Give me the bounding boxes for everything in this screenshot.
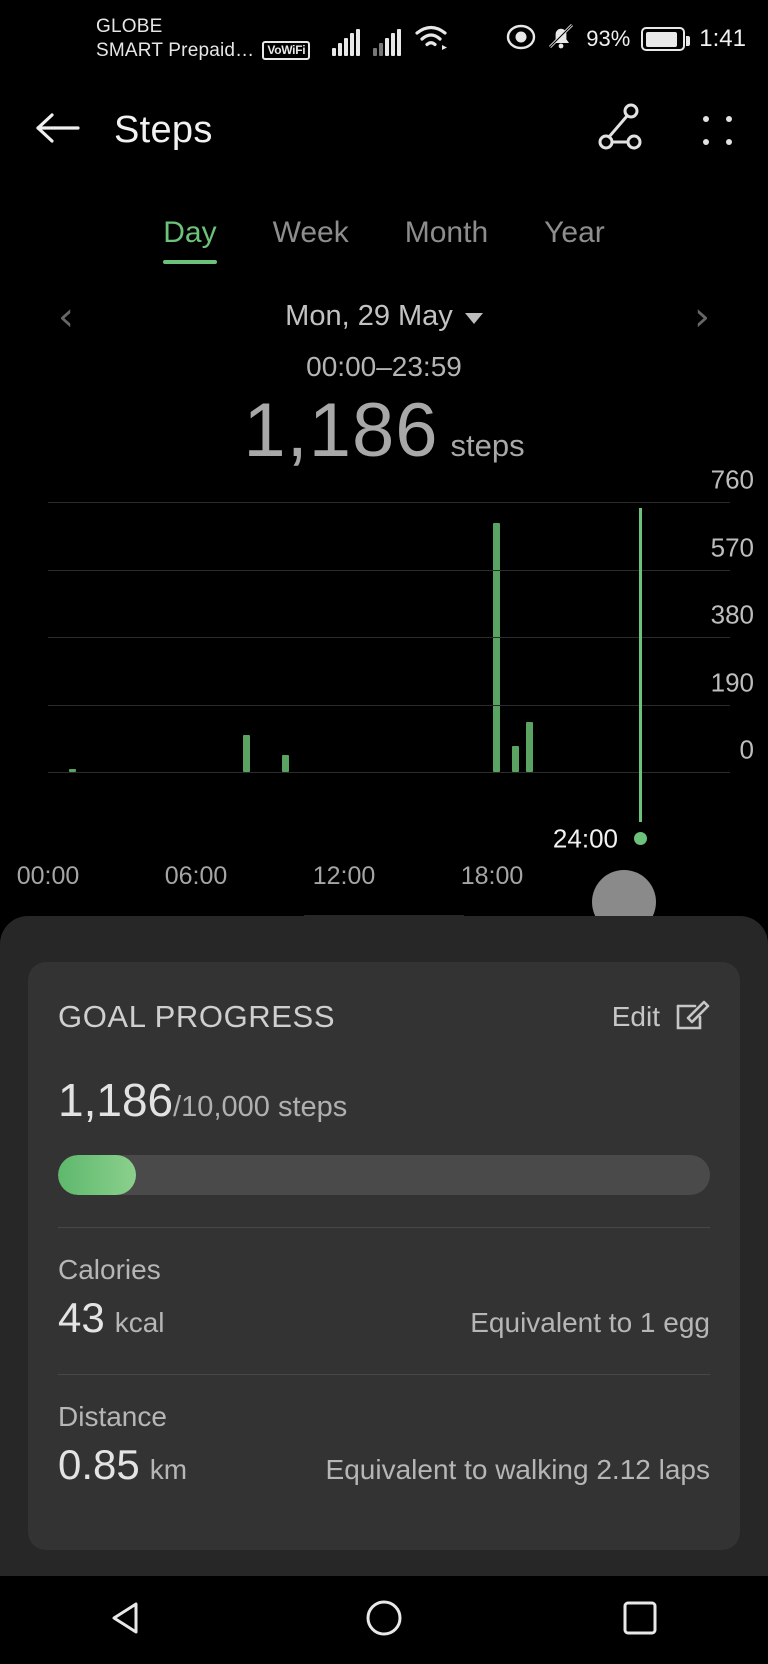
chart-bar (512, 746, 520, 772)
chart-x-tick-label: 00:00 (16, 862, 80, 890)
chart-x-tick-label: 12:00 (312, 862, 376, 890)
system-nav-bar (0, 1576, 768, 1664)
chart-cursor-label: 24:00 (552, 823, 618, 854)
chart-y-tick-label: 190 (710, 667, 754, 697)
carrier-secondary: SMART Prepaid… (96, 40, 255, 61)
chart-y-tick-label: 380 (710, 599, 754, 630)
divider (58, 1374, 710, 1375)
metric-unit: km (149, 1454, 188, 1485)
steps-total-unit: steps (450, 428, 525, 463)
signal-icon (373, 28, 402, 56)
status-bar-signals (332, 23, 448, 56)
goal-progress-fill (58, 1155, 136, 1195)
selected-date: Mon, 29 May (285, 300, 453, 332)
metric-equivalent: Equivalent to 1 egg (470, 1307, 710, 1338)
edit-pencil-icon (674, 996, 710, 1037)
chart-bar (526, 722, 534, 772)
chart-y-tick-label: 570 (710, 532, 754, 562)
steps-chart[interactable]: 24:00 760 570 380 190 0 00:00 06:00 12:00 18:00 (0, 465, 768, 934)
carrier-primary: GLOBE (96, 16, 163, 38)
goal-progress-card: GOAL PROGRESS Edit 1,186 /10,000 steps C… (28, 962, 740, 1550)
goal-card-header: GOAL PROGRESS Edit (58, 996, 710, 1037)
steps-summary: 1,186 steps (0, 387, 768, 474)
chart-x-tick-label: 06:00 (164, 862, 228, 890)
battery-icon (641, 27, 691, 51)
status-bar-right: 93% 1:41 (506, 22, 746, 57)
edit-label: Edit (611, 1000, 660, 1032)
status-bar: GLOBE SMART Prepaid… VoWiFi 93% 1:41 (0, 0, 768, 78)
back-arrow-icon[interactable] (34, 110, 82, 151)
chart-bar (493, 523, 501, 772)
goal-current-value: 1,186 (58, 1074, 174, 1126)
next-day-button[interactable]: › (682, 297, 722, 337)
chart-gridline (48, 637, 730, 638)
chart-x-tick-label: 18:00 (460, 862, 524, 890)
carrier-labels: GLOBE SMART Prepaid… VoWiFi (96, 15, 311, 63)
goal-card-title: GOAL PROGRESS (58, 998, 336, 1034)
eye-icon (506, 24, 536, 55)
metric-label: Calories (58, 1254, 161, 1285)
edit-goal-button[interactable]: Edit (612, 996, 710, 1037)
metric-equivalent: Equivalent to walking 2.12 laps (325, 1454, 710, 1485)
tab-week[interactable]: Week (245, 206, 377, 262)
date-navigator: ‹ Mon, 29 May › (0, 297, 768, 337)
status-clock: 1:41 (699, 25, 746, 52)
app-bar-actions (594, 102, 734, 159)
vowifi-badge: VoWiFi (262, 41, 311, 61)
chart-cursor-dot (633, 832, 647, 845)
period-tabs: Day Week Month Year (0, 182, 768, 264)
tab-day[interactable]: Day (135, 206, 244, 264)
details-sheet: GOAL PROGRESS Edit 1,186 /10,000 steps C… (0, 915, 768, 1576)
bell-muted-icon (547, 22, 575, 57)
metric-calories: Calories 43 kcal Equivalent to 1 egg (58, 1254, 710, 1342)
sheet-notch (304, 915, 464, 951)
chart-gridline (48, 704, 730, 706)
chart-gridline (48, 772, 730, 773)
goal-target-value: /10,000 steps (173, 1091, 348, 1123)
chart-y-tick-label: 760 (710, 464, 754, 495)
chart-gridline (48, 502, 730, 503)
nav-recents-square-icon[interactable] (618, 1596, 662, 1645)
tab-month[interactable]: Month (377, 206, 516, 262)
tab-year[interactable]: Year (516, 206, 633, 262)
chart-cursor-line (638, 508, 642, 822)
date-picker-button[interactable]: Mon, 29 May (285, 300, 483, 333)
battery-percent: 93% (586, 26, 631, 51)
chart-gridline (48, 569, 730, 571)
caret-down-icon (464, 313, 483, 324)
chart-bar (281, 754, 289, 772)
carrier-primary-line: GLOBE (96, 15, 310, 39)
page-title: Steps (114, 108, 213, 151)
steps-total-value: 1,186 (243, 388, 439, 473)
metric-row: 0.85 km Equivalent to walking 2.12 laps (58, 1441, 710, 1489)
more-options-icon[interactable] (700, 113, 734, 147)
metric-value: 0.85 (58, 1441, 140, 1488)
chart-y-tick-label: 0 (739, 734, 754, 765)
nav-home-circle-icon[interactable] (362, 1596, 406, 1645)
nav-back-triangle-icon[interactable] (106, 1598, 150, 1643)
share-icon[interactable] (594, 102, 650, 159)
wifi-icon (414, 23, 448, 56)
chart-plot-area[interactable]: 24:00 (48, 502, 730, 854)
prev-day-button[interactable]: ‹ (46, 297, 86, 337)
metric-value: 43 (58, 1294, 105, 1341)
goal-progress-bar (58, 1155, 710, 1195)
metric-row: 43 kcal Equivalent to 1 egg (58, 1294, 710, 1342)
metric-label: Distance (58, 1401, 167, 1432)
goal-values: 1,186 /10,000 steps (58, 1073, 710, 1127)
time-range-label: 00:00–23:59 (306, 351, 462, 382)
app-bar: Steps (0, 78, 768, 182)
metric-unit: kcal (114, 1307, 165, 1338)
divider (58, 1227, 710, 1228)
chart-bar (243, 734, 251, 772)
signal-icon (332, 28, 361, 56)
metric-distance: Distance 0.85 km Equivalent to walking 2… (58, 1401, 710, 1489)
carrier-secondary-line: SMART Prepaid… VoWiFi (96, 39, 311, 63)
